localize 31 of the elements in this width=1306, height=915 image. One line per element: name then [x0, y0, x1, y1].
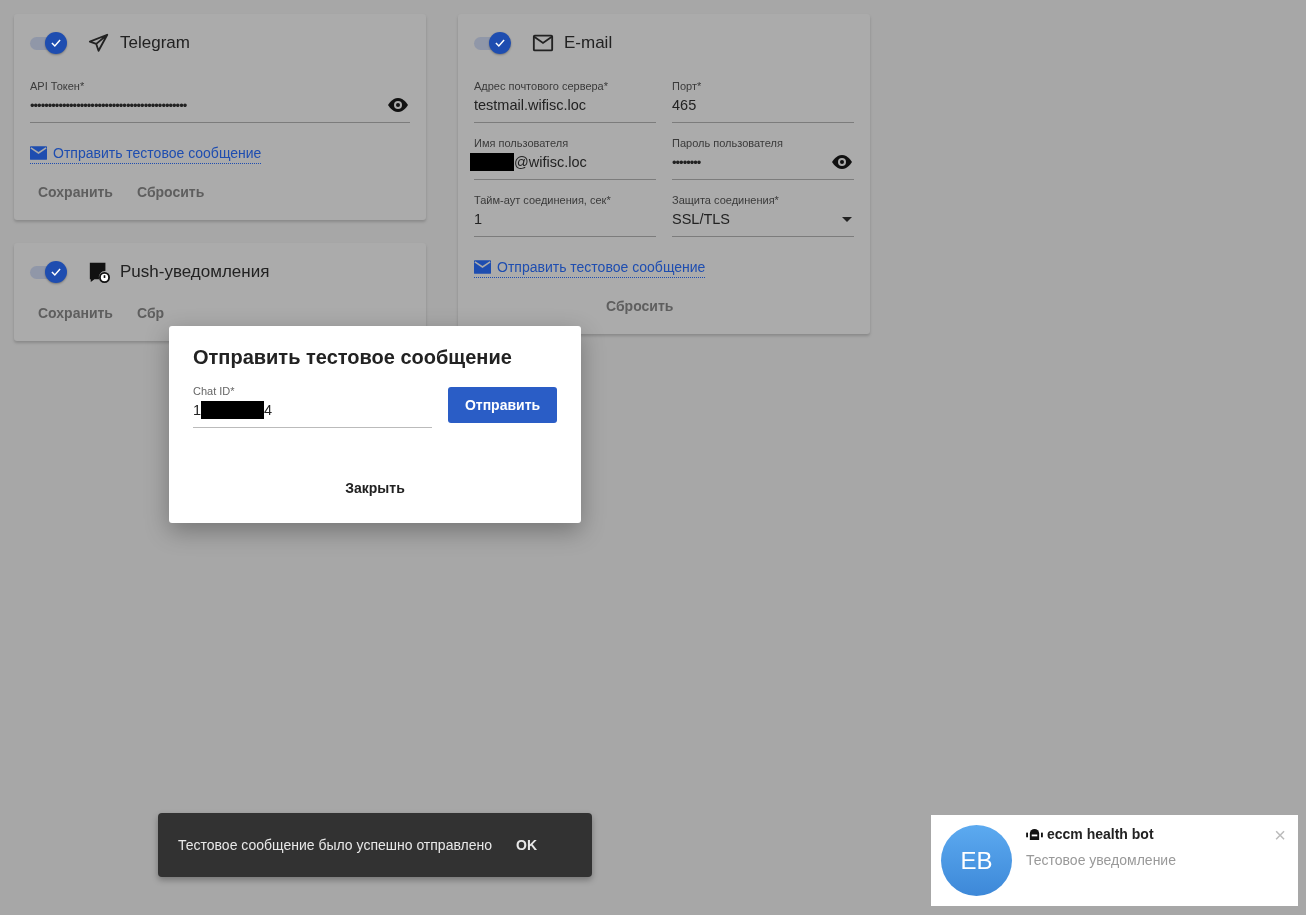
snackbar-message: Тестовое сообщение было успешно отправлено: [178, 837, 493, 853]
redacted-block: [201, 401, 265, 419]
input-field[interactable]: Адрес почтового сервера* testmail.wifisc.loc: [474, 80, 656, 123]
card-title: E-mail: [564, 33, 613, 53]
dialog-title: Отправить тестовое сообщение: [193, 346, 513, 369]
caret-icon: [842, 216, 852, 222]
ok-button[interactable]: OK: [510, 833, 544, 857]
toggle-switch[interactable]: [474, 32, 512, 54]
paper-plane-icon: [88, 32, 110, 54]
input-field[interactable]: Имя пользователя @wifisc.loc: [474, 137, 656, 180]
notification-message: Тестовое уведомление: [1026, 852, 1177, 868]
input-field[interactable]: Chat ID* 1 4: [193, 385, 432, 428]
input-field[interactable]: Защита соединения* SSL/TLS: [672, 194, 854, 237]
input-field[interactable]: Тайм-аут соединения, сек* 1: [474, 194, 656, 237]
avatar: EB: [941, 825, 1012, 896]
send-button[interactable]: Отправить: [448, 387, 557, 423]
input-field[interactable]: Пароль пользователя ••••••••: [672, 137, 854, 180]
toggle-switch[interactable]: [30, 261, 68, 283]
redacted-block: [470, 153, 514, 171]
robot-icon: [1026, 827, 1043, 841]
input-field[interactable]: Порт* 465: [672, 80, 854, 123]
mail-icon: [532, 32, 554, 54]
sender-name: eccm health bot: [1047, 826, 1154, 842]
mail-icon: [474, 260, 491, 274]
card-title: Push-уведомления: [120, 262, 270, 282]
input-field[interactable]: API Токен* ••••••••••••••••••••••••••••••••••••••••••••: [30, 80, 410, 123]
close-button[interactable]: Закрыть: [335, 474, 415, 502]
toggle-switch[interactable]: [30, 32, 68, 54]
card-title: Telegram: [120, 33, 190, 53]
chat-clock-icon: [88, 261, 110, 283]
mail-icon: [30, 146, 47, 160]
